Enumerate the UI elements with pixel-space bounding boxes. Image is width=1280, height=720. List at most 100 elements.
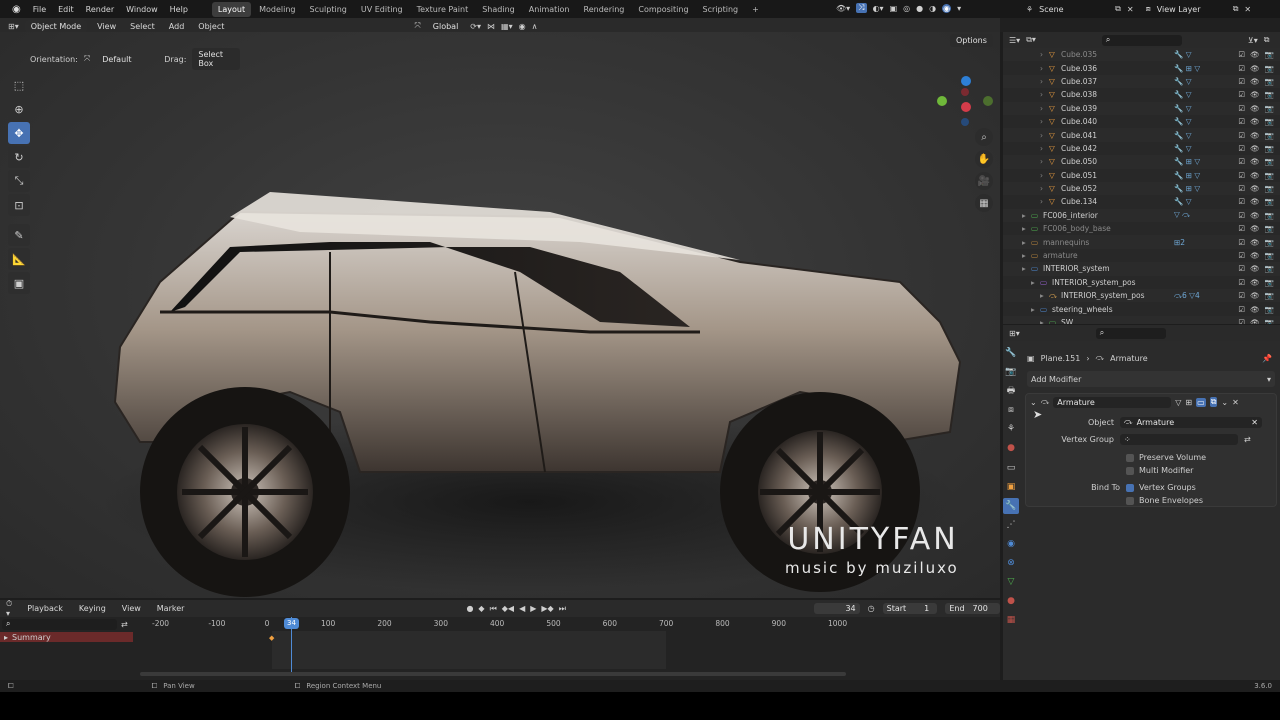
scale-tool[interactable]: ⤡ (8, 170, 30, 192)
menu-select[interactable]: Select (126, 20, 159, 33)
camera-icon[interactable]: 📷 (1265, 157, 1274, 166)
eye-icon[interactable]: 👁 (1250, 278, 1260, 287)
expand-icon[interactable]: › (1040, 50, 1049, 59)
menu-marker[interactable]: Marker (153, 602, 189, 615)
physics-tab-icon[interactable]: ◉ (1003, 536, 1019, 552)
modifier-name-input[interactable]: Armature (1053, 396, 1172, 408)
camera-icon[interactable]: 📷 (1265, 251, 1274, 260)
outliner-item[interactable]: ▸ ▭ armature ☑ 👁 📷 (1003, 249, 1280, 262)
camera-icon[interactable]: 📷 (1265, 131, 1274, 140)
delete-scene-icon[interactable]: ✕ (1127, 5, 1134, 14)
tool-tab-icon[interactable]: 🔧 (1003, 345, 1019, 361)
tab-scripting[interactable]: Scripting (697, 2, 745, 17)
outliner-item[interactable]: › ▽ Cube.035 🔧 ▽ ☑ 👁 📷 (1003, 48, 1280, 62)
outliner-item[interactable]: › ▽ Cube.040 🔧 ▽ ☑ 👁 📷 (1003, 115, 1280, 128)
outliner[interactable]: › ▽ Cube.035 🔧 ▽ ☑ 👁 📷 › ▽ Cube.036 🔧 ⊞ ▽ ☑ 👁 📷 › ▽ Cube… (1003, 48, 1280, 324)
camera-icon[interactable]: 📷 (1265, 104, 1274, 113)
expand-icon[interactable]: › (1040, 157, 1049, 166)
tab-texture-paint[interactable]: Texture Paint (411, 2, 475, 17)
frame-ruler[interactable]: -200 -100 0 100 200 300 400 500 600 700 800 900 1000 (0, 617, 1000, 631)
camera-icon[interactable]: 📷 (1265, 64, 1274, 73)
expand-icon[interactable]: ▸ (1031, 305, 1040, 314)
shading-material-icon[interactable]: ◑ (929, 4, 936, 13)
vertex-groups-checkbox[interactable] (1126, 483, 1134, 492)
move-tool[interactable]: ✥ (8, 122, 30, 144)
bone-envelopes-checkbox[interactable] (1126, 496, 1134, 505)
outliner-item[interactable]: ▸ ▭ SW ☑ 👁 📷 (1003, 315, 1280, 324)
expand-icon[interactable]: › (1040, 104, 1049, 113)
camera-icon[interactable]: 📷 (1265, 318, 1274, 324)
outliner-item[interactable]: ▸ ▭ INTERIOR_system_pos ☑ 👁 📷 (1003, 276, 1280, 289)
exclude-checkbox-icon[interactable]: ☑ (1238, 50, 1245, 59)
menu-file[interactable]: File (27, 5, 52, 14)
eye-icon[interactable]: 👁 (1250, 184, 1260, 193)
eye-icon[interactable]: 👁 (1250, 131, 1260, 140)
exclude-checkbox-icon[interactable]: ☑ (1238, 197, 1245, 206)
preserve-volume-checkbox[interactable] (1126, 453, 1134, 462)
eye-icon[interactable]: 👁 (1250, 117, 1260, 126)
eye-icon[interactable]: 👁 (1250, 264, 1260, 273)
close-icon[interactable]: ✕ (1232, 398, 1239, 407)
camera-icon[interactable]: 📷 (1265, 50, 1274, 59)
expand-icon[interactable]: ▸ (1031, 278, 1040, 287)
outliner-filter-mode-icon[interactable]: ⧉▾ (1026, 35, 1036, 45)
eye-icon[interactable]: 👁 (1250, 64, 1260, 73)
keyframe-marker[interactable]: ◆ (269, 634, 274, 642)
tab-modeling[interactable]: Modeling (253, 2, 301, 17)
camera-icon[interactable]: 📷 (1265, 77, 1274, 86)
camera-icon[interactable]: 📷 (1265, 90, 1274, 99)
play-reverse-icon[interactable]: ◀ (519, 604, 525, 613)
tab-sculpting[interactable]: Sculpting (304, 2, 353, 17)
proportional-edit-icon[interactable]: ◉ (519, 22, 526, 31)
exclude-checkbox-icon[interactable]: ☑ (1238, 224, 1245, 233)
expand-icon[interactable]: ▸ (1022, 251, 1031, 260)
pan-hand-icon[interactable]: ✋ (975, 150, 993, 168)
playhead-label[interactable]: 34 (284, 618, 299, 629)
shading-wireframe-icon[interactable]: ◎ (903, 4, 910, 13)
collapse-chevron-icon[interactable]: ⌄ (1030, 398, 1037, 407)
play-icon[interactable]: ▶ (530, 604, 536, 613)
scene-selector[interactable]: Scene (1039, 5, 1109, 14)
timeline[interactable]: ⏱▾ Playback Keying View Marker ● ◆ ⏮ ◆◀ … (0, 599, 1000, 680)
camera-view-icon[interactable]: 🎥 (975, 172, 993, 190)
measure-tool[interactable]: 📐 (8, 248, 30, 270)
exclude-checkbox-icon[interactable]: ☑ (1238, 318, 1245, 324)
add-workspace-button[interactable]: + (746, 2, 765, 17)
snap-settings-icon[interactable]: ▦▾ (501, 22, 513, 31)
eye-icon[interactable]: 👁 (1250, 144, 1260, 153)
menu-playback[interactable]: Playback (23, 602, 67, 615)
camera-icon[interactable]: 📷 (1265, 291, 1274, 300)
outliner-item[interactable]: › ▽ Cube.052 🔧 ⊞ ▽ ☑ 👁 📷 (1003, 181, 1280, 196)
exclude-checkbox-icon[interactable]: ☑ (1238, 305, 1245, 314)
texture-tab-icon[interactable]: ▦ (1003, 612, 1019, 628)
annotate-tool[interactable]: ✎ (8, 224, 30, 246)
outliner-item[interactable]: ▸ ▭ mannequins ⊞2 ☑ 👁 📷 (1003, 235, 1280, 249)
eye-icon[interactable]: 👁 (1250, 197, 1260, 206)
blender-logo-icon[interactable]: ◉ (6, 4, 27, 15)
timeline-editor-icon[interactable]: ⏱▾ (6, 599, 15, 618)
shading-rendered-icon[interactable]: ◉ (942, 3, 952, 13)
expand-icon[interactable]: ▸ (1022, 211, 1031, 220)
exclude-checkbox-icon[interactable]: ☑ (1238, 264, 1245, 273)
cursor-tool[interactable]: ⊕ (8, 98, 30, 120)
xray-icon[interactable]: ▣ (890, 4, 898, 13)
eye-icon[interactable]: 👁 (1250, 104, 1260, 113)
editor-type-icon[interactable]: ⊞▾ (8, 22, 19, 31)
start-frame-field[interactable]: Start 1 (882, 603, 938, 614)
outliner-item[interactable]: › ▽ Cube.037 🔧 ▽ ☑ 👁 📷 (1003, 74, 1280, 89)
expand-icon[interactable]: › (1040, 90, 1049, 99)
camera-icon[interactable]: 📷 (1265, 197, 1274, 206)
multi-modifier-checkbox[interactable] (1126, 466, 1134, 475)
expand-icon[interactable]: ▸ (1022, 264, 1031, 273)
modifier-menu-icon[interactable]: ⌄ (1221, 398, 1228, 407)
menu-help[interactable]: Help (164, 5, 194, 14)
shading-solid-icon[interactable]: ● (916, 4, 923, 13)
expand-icon[interactable]: › (1040, 117, 1049, 126)
render-toggle-icon[interactable]: ⧉ (1209, 397, 1218, 407)
options-button[interactable]: Options (950, 34, 993, 47)
outliner-item[interactable]: › ▽ Cube.041 🔧 ▽ ☑ 👁 📷 (1003, 128, 1280, 142)
menu-render[interactable]: Render (80, 5, 120, 14)
transform-orientation-selector[interactable]: Global (427, 20, 465, 33)
eye-icon[interactable]: 👁 (1250, 157, 1260, 166)
3d-viewport[interactable]: Orientation: ⤧ Default Drag: Select Box … (0, 32, 1000, 598)
